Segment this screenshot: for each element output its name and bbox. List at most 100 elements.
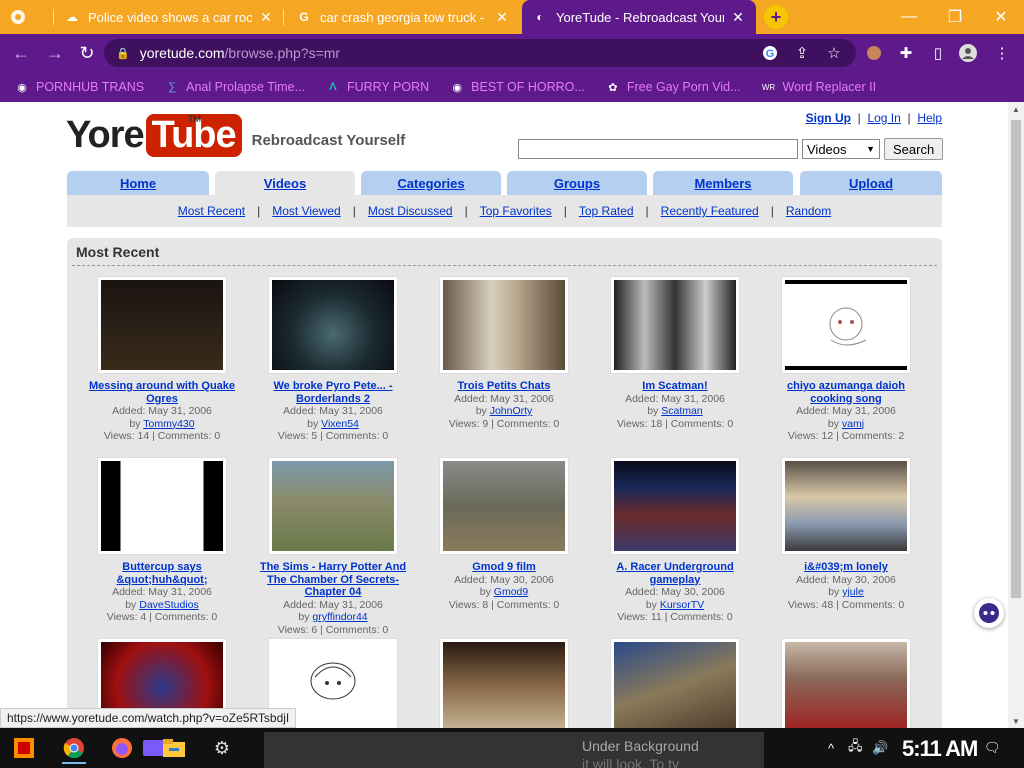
subnav-top-favorites[interactable]: Top Favorites bbox=[480, 204, 552, 218]
video-title-link[interactable]: chiyo azumanga daioh cooking song bbox=[766, 380, 926, 405]
scroll-up-icon[interactable]: ▲ bbox=[1008, 102, 1024, 116]
nav-tab-videos[interactable]: Videos bbox=[215, 171, 355, 195]
nav-tab-groups[interactable]: Groups bbox=[507, 171, 647, 195]
video-title-link[interactable]: Trois Petits Chats bbox=[424, 380, 584, 393]
share-icon[interactable]: ⇪ bbox=[792, 43, 812, 63]
bookmark-item[interactable]: ◉ PORNHUB TRANS bbox=[14, 79, 144, 95]
nav-tab-home[interactable]: Home bbox=[67, 171, 209, 195]
video-title-link[interactable]: Im Scatman! bbox=[595, 380, 755, 393]
bookmark-item[interactable]: ✿ Free Gay Porn Vid... bbox=[605, 79, 740, 95]
start-icon[interactable] bbox=[8, 732, 40, 764]
video-thumbnail[interactable] bbox=[610, 638, 740, 728]
video-title-link[interactable]: A. Racer Underground gameplay bbox=[595, 561, 755, 586]
video-thumbnail[interactable] bbox=[610, 276, 740, 374]
video-thumbnail[interactable] bbox=[610, 457, 740, 555]
video-title-link[interactable]: Buttercup says &quot;huh&quot; bbox=[82, 561, 242, 586]
video-title-link[interactable]: Gmod 9 film bbox=[424, 561, 584, 574]
subnav-most-viewed[interactable]: Most Viewed bbox=[272, 204, 340, 218]
restore-icon[interactable]: ❐ bbox=[932, 0, 978, 34]
scroll-down-icon[interactable]: ▼ bbox=[1008, 714, 1024, 728]
uploader-link[interactable]: Vixen54 bbox=[321, 418, 359, 430]
tab-google-search[interactable]: G car crash georgia tow truck - G ✕ bbox=[286, 0, 520, 34]
uploader-link[interactable]: vamj bbox=[842, 418, 864, 430]
uploader-link[interactable]: Scatman bbox=[661, 405, 702, 417]
bookmark-item[interactable]: ◉ BEST OF HORRO... bbox=[449, 79, 584, 95]
video-thumbnail[interactable] bbox=[781, 276, 911, 374]
bookmark-item[interactable]: ∑ Anal Prolapse Time... bbox=[164, 79, 305, 95]
uploader-link[interactable]: yjule bbox=[842, 586, 864, 598]
bookmark-star-icon[interactable]: ☆ bbox=[824, 43, 844, 63]
new-tab-button[interactable]: + bbox=[764, 5, 788, 29]
video-title-link[interactable]: Messing around with Quake Ogres bbox=[82, 380, 242, 405]
chrome-favicon-icon bbox=[10, 9, 26, 25]
settings-gear-icon[interactable]: ⚙ bbox=[206, 732, 238, 764]
video-title-link[interactable]: We broke Pyro Pete... - Borderlands 2 bbox=[253, 380, 413, 405]
extension-avatar-icon[interactable] bbox=[864, 43, 884, 63]
subnav-most-recent[interactable]: Most Recent bbox=[178, 204, 245, 218]
assistant-widget-icon[interactable] bbox=[974, 598, 1004, 628]
subnav-random[interactable]: Random bbox=[786, 204, 831, 218]
subnav-recently-featured[interactable]: Recently Featured bbox=[661, 204, 759, 218]
uploader-link[interactable]: Tommy430 bbox=[143, 418, 194, 430]
nav-tab-categories[interactable]: Categories bbox=[361, 171, 501, 195]
menu-kebab-icon[interactable]: ⋮ bbox=[992, 43, 1012, 63]
close-window-icon[interactable]: ✕ bbox=[978, 0, 1024, 34]
reload-icon[interactable]: ↻ bbox=[76, 42, 98, 64]
taskbar-clock[interactable]: 5:11 AM bbox=[902, 736, 978, 762]
video-thumbnail[interactable] bbox=[268, 276, 398, 374]
extensions-puzzle-icon[interactable]: ✚ bbox=[896, 43, 916, 63]
google-lens-icon[interactable]: G bbox=[760, 43, 780, 63]
close-icon[interactable]: ✕ bbox=[258, 9, 274, 26]
video-thumbnail[interactable] bbox=[439, 457, 569, 555]
bookmark-item[interactable]: WR Word Replacer II bbox=[761, 79, 876, 95]
subnav-top-rated[interactable]: Top Rated bbox=[579, 204, 634, 218]
tab-pinned[interactable] bbox=[0, 0, 54, 34]
subnav-most-discussed[interactable]: Most Discussed bbox=[368, 204, 453, 218]
search-button[interactable]: Search bbox=[884, 138, 944, 160]
tab-yoretude[interactable]: ◐ YoreTude - Rebroadcast Yours ✕ bbox=[522, 0, 756, 34]
firefox-icon[interactable] bbox=[106, 732, 138, 764]
forward-icon[interactable]: → bbox=[44, 42, 66, 64]
minimize-icon[interactable]: — bbox=[886, 0, 932, 34]
video-thumbnail[interactable] bbox=[439, 638, 569, 728]
volume-icon[interactable]: 🔊 bbox=[872, 728, 888, 768]
login-link[interactable]: Log In bbox=[867, 111, 900, 125]
nav-tab-upload[interactable]: Upload bbox=[800, 171, 942, 195]
chrome-icon[interactable] bbox=[58, 732, 90, 764]
scrollbar-thumb[interactable] bbox=[1011, 120, 1021, 598]
page-scrollbar[interactable]: ▲ ▼ bbox=[1008, 102, 1024, 728]
uploader-link[interactable]: gryffindor44 bbox=[312, 611, 367, 623]
bookmark-favicon-icon: ✿ bbox=[608, 81, 618, 94]
back-icon[interactable]: ← bbox=[10, 42, 32, 64]
address-bar[interactable]: 🔒 yoretude.com/browse.php?s=mr bbox=[104, 39, 856, 67]
nav-tab-members[interactable]: Members bbox=[653, 171, 793, 195]
close-icon[interactable]: ✕ bbox=[494, 9, 510, 26]
side-panel-icon[interactable]: ▯ bbox=[928, 43, 948, 63]
search-type-select[interactable]: Videos ▼ bbox=[802, 139, 880, 159]
close-icon[interactable]: ✕ bbox=[730, 9, 746, 26]
notifications-icon[interactable]: 🗨 bbox=[984, 728, 1001, 768]
uploader-link[interactable]: JohnOrty bbox=[490, 405, 533, 417]
video-thumbnail[interactable] bbox=[439, 276, 569, 374]
help-link[interactable]: Help bbox=[917, 111, 942, 125]
tab-police-video[interactable]: ☁ Police video shows a car rocke ✕ bbox=[54, 0, 284, 34]
video-thumbnail[interactable] bbox=[781, 638, 911, 728]
search-input[interactable] bbox=[518, 139, 798, 159]
site-logo[interactable]: Yore Tube TM Rebroadcast Yourself bbox=[66, 114, 405, 157]
video-title-link[interactable]: The Sims - Harry Potter And The Chamber … bbox=[253, 561, 413, 599]
signup-link[interactable]: Sign Up bbox=[806, 111, 851, 125]
video-added: Added: May 30, 2006 bbox=[625, 586, 725, 598]
tray-chevron-icon[interactable]: ^ bbox=[828, 728, 834, 768]
uploader-link[interactable]: Gmod9 bbox=[494, 586, 528, 598]
bookmark-item[interactable]: Λ FURRY PORN bbox=[325, 79, 429, 95]
network-icon[interactable]: 🖧 bbox=[848, 728, 863, 768]
uploader-link[interactable]: DaveStudios bbox=[139, 599, 199, 611]
video-thumbnail[interactable] bbox=[97, 457, 227, 555]
video-title-link[interactable]: i&#039;m lonely bbox=[766, 561, 926, 574]
file-explorer-icon[interactable] bbox=[158, 732, 190, 764]
video-thumbnail[interactable] bbox=[781, 457, 911, 555]
video-thumbnail[interactable] bbox=[268, 457, 398, 555]
uploader-link[interactable]: KursorTV bbox=[660, 599, 704, 611]
video-thumbnail[interactable] bbox=[97, 276, 227, 374]
profile-icon[interactable] bbox=[958, 43, 978, 63]
